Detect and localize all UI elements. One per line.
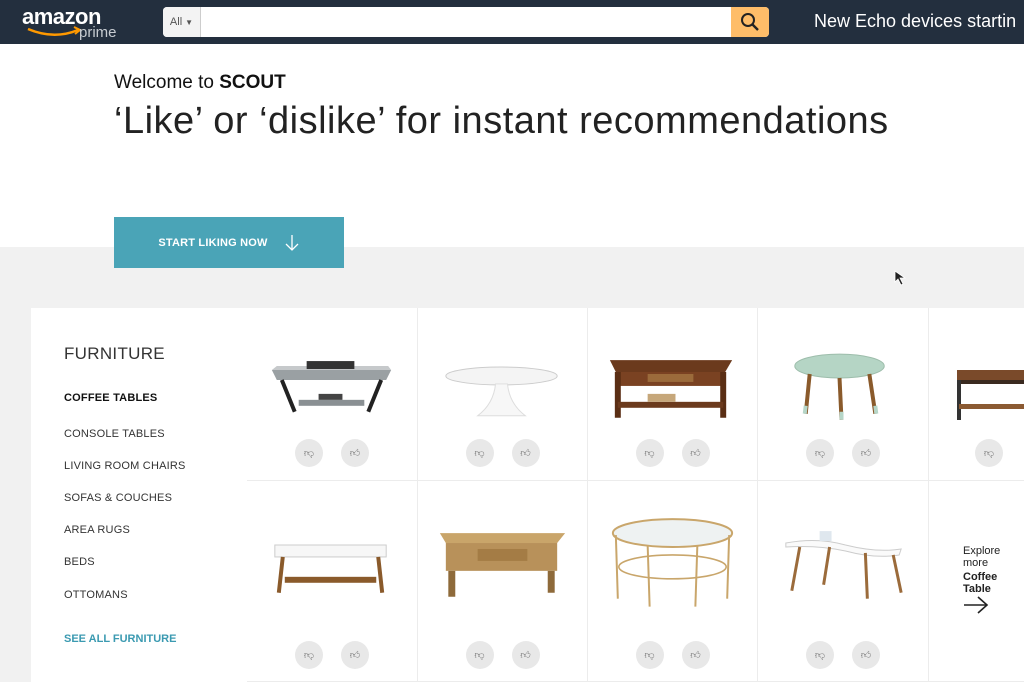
category-title: FURNITURE bbox=[64, 344, 165, 363]
vote-buttons: 👎︎ 👍︎ bbox=[588, 641, 757, 669]
dislike-button[interactable]: 👎︎ bbox=[295, 439, 323, 467]
arrow-down-icon bbox=[285, 234, 299, 251]
oval-marble-table-image bbox=[445, 366, 558, 417]
explore-more-text: Explore more Coffee Table bbox=[963, 545, 1024, 595]
thumbs-up-icon: 👍︎ bbox=[690, 650, 701, 661]
thumbs-down-icon: 👎︎ bbox=[474, 650, 485, 661]
thumbs-up-icon: 👍︎ bbox=[349, 448, 361, 459]
explore-line1: Explore more bbox=[963, 545, 1001, 569]
thumbs-up-icon: 👍︎ bbox=[860, 448, 872, 459]
kidney-white-table-image bbox=[785, 531, 903, 599]
category-living-room-chairs[interactable]: LIVING ROOM CHAIRS bbox=[64, 460, 186, 472]
white-top-wood-table-image bbox=[274, 544, 387, 593]
like-button[interactable]: 👍︎ bbox=[681, 641, 710, 669]
arrow-right-icon[interactable] bbox=[963, 595, 989, 615]
product-tile[interactable]: 👎︎ 👍︎ bbox=[418, 308, 588, 481]
category-console-tables[interactable]: CONSOLE TABLES bbox=[64, 428, 165, 440]
rustic-wood-table-image bbox=[957, 370, 1024, 420]
vote-buttons: 👎︎ 👍︎ bbox=[418, 439, 587, 467]
category-coffee-tables[interactable]: COFFEE TABLES bbox=[64, 392, 157, 404]
department-label: All bbox=[169, 16, 183, 28]
vote-buttons: 👎︎ 👍︎ bbox=[588, 439, 757, 467]
vote-buttons: 👎︎ 👍︎ bbox=[247, 439, 417, 467]
product-tile[interactable]: 👎︎ 👍︎ bbox=[247, 308, 418, 481]
category-beds[interactable]: BEDS bbox=[64, 556, 95, 568]
concrete-coffee-table-image bbox=[271, 361, 392, 413]
wood-trunk-table-image bbox=[609, 360, 733, 418]
product-tile[interactable]: 👎︎ 👍︎ bbox=[758, 308, 929, 481]
product-tile[interactable]: 👎︎ 👍︎ bbox=[247, 481, 418, 682]
category-sofas-couches[interactable]: SOFAS & COUCHES bbox=[64, 492, 172, 504]
like-button[interactable]: 👍︎ bbox=[341, 439, 369, 467]
like-button[interactable]: 👍︎ bbox=[852, 439, 880, 467]
product-tile[interactable]: 👎︎ 👍︎ bbox=[588, 481, 758, 682]
explore-category: Coffee Table bbox=[963, 571, 998, 595]
vote-buttons: 👎︎ 👍︎ bbox=[758, 439, 928, 467]
dislike-button[interactable]: 👎︎ bbox=[806, 439, 834, 467]
round-mint-table-image bbox=[794, 353, 885, 420]
search-bar: All ▼ bbox=[163, 7, 769, 37]
like-button[interactable]: 👍︎ bbox=[341, 641, 369, 669]
amazon-prime-logo[interactable]: amazon prime bbox=[22, 4, 122, 42]
thumbs-down-icon: 👎︎ bbox=[644, 650, 655, 661]
dislike-button[interactable]: 👎︎ bbox=[806, 641, 834, 669]
vote-buttons: 👎︎ 👍︎ bbox=[247, 641, 417, 669]
thumbs-up-icon: 👍︎ bbox=[520, 448, 531, 459]
top-navigation-bar: amazon prime All ▼ New Echo devices star… bbox=[0, 0, 1024, 44]
page-headline: ‘Like’ or ‘dislike’ for instant recommen… bbox=[114, 100, 889, 142]
brand-name: SCOUT bbox=[219, 72, 286, 93]
dislike-button[interactable]: 👎︎ bbox=[465, 439, 494, 467]
welcome-prefix: Welcome to bbox=[114, 72, 214, 93]
product-tile[interactable]: 👎︎ bbox=[929, 308, 1024, 481]
vote-buttons: 👎︎ 👍︎ bbox=[418, 641, 587, 669]
logo-prime: prime bbox=[79, 24, 117, 41]
thumbs-up-icon: 👍︎ bbox=[860, 650, 872, 661]
magnifier-icon bbox=[741, 13, 759, 31]
dislike-button[interactable]: 👎︎ bbox=[635, 439, 664, 467]
see-all-furniture-link[interactable]: SEE ALL FURNITURE bbox=[64, 633, 176, 645]
thumbs-up-icon: 👍︎ bbox=[520, 650, 531, 661]
search-button[interactable] bbox=[731, 7, 769, 37]
dislike-button[interactable]: 👎︎ bbox=[295, 641, 323, 669]
thumbs-up-icon: 👍︎ bbox=[349, 650, 361, 661]
search-input[interactable] bbox=[201, 7, 731, 37]
glass-gold-table-image bbox=[611, 518, 734, 607]
thumbs-up-icon: 👍︎ bbox=[690, 448, 701, 459]
pine-chest-table-image bbox=[439, 533, 566, 597]
dislike-button[interactable]: 👎︎ bbox=[635, 641, 664, 669]
promo-text[interactable]: New Echo devices startin bbox=[814, 11, 1016, 32]
category-area-rugs[interactable]: AREA RUGS bbox=[64, 524, 130, 536]
product-tile[interactable]: 👎︎ 👍︎ bbox=[588, 308, 758, 481]
dislike-button[interactable]: 👎︎ bbox=[975, 439, 1003, 467]
cta-label: START LIKING NOW bbox=[158, 236, 268, 249]
product-tile[interactable]: 👎︎ 👍︎ bbox=[418, 481, 588, 682]
welcome-text: Welcome to SCOUT bbox=[114, 72, 286, 94]
like-button[interactable]: 👍︎ bbox=[681, 439, 710, 467]
thumbs-down-icon: 👎︎ bbox=[814, 650, 826, 661]
thumbs-down-icon: 👎︎ bbox=[983, 448, 995, 459]
category-sidebar: FURNITURE COFFEE TABLES CONSOLE TABLES L… bbox=[31, 308, 247, 682]
caret-down-icon: ▼ bbox=[185, 17, 194, 27]
vote-buttons: 👎︎ 👍︎ bbox=[758, 641, 928, 669]
vote-buttons: 👎︎ bbox=[929, 439, 1024, 467]
explore-more-tile[interactable]: Explore more Coffee Table bbox=[929, 481, 1024, 682]
start-liking-button[interactable]: START LIKING NOW bbox=[114, 217, 344, 268]
thumbs-down-icon: 👎︎ bbox=[474, 448, 485, 459]
thumbs-down-icon: 👎︎ bbox=[303, 650, 315, 661]
like-button[interactable]: 👍︎ bbox=[852, 641, 880, 669]
department-dropdown[interactable]: All ▼ bbox=[163, 7, 201, 37]
dislike-button[interactable]: 👎︎ bbox=[465, 641, 494, 669]
like-button[interactable]: 👍︎ bbox=[511, 641, 540, 669]
thumbs-down-icon: 👎︎ bbox=[644, 448, 655, 459]
smile-arrow-icon bbox=[27, 26, 82, 36]
product-tile[interactable]: 👎︎ 👍︎ bbox=[758, 481, 929, 682]
mouse-cursor-icon bbox=[894, 270, 907, 286]
thumbs-down-icon: 👎︎ bbox=[303, 448, 315, 459]
like-button[interactable]: 👍︎ bbox=[511, 439, 540, 467]
category-ottomans[interactable]: OTTOMANS bbox=[64, 589, 128, 601]
thumbs-down-icon: 👎︎ bbox=[814, 448, 826, 459]
